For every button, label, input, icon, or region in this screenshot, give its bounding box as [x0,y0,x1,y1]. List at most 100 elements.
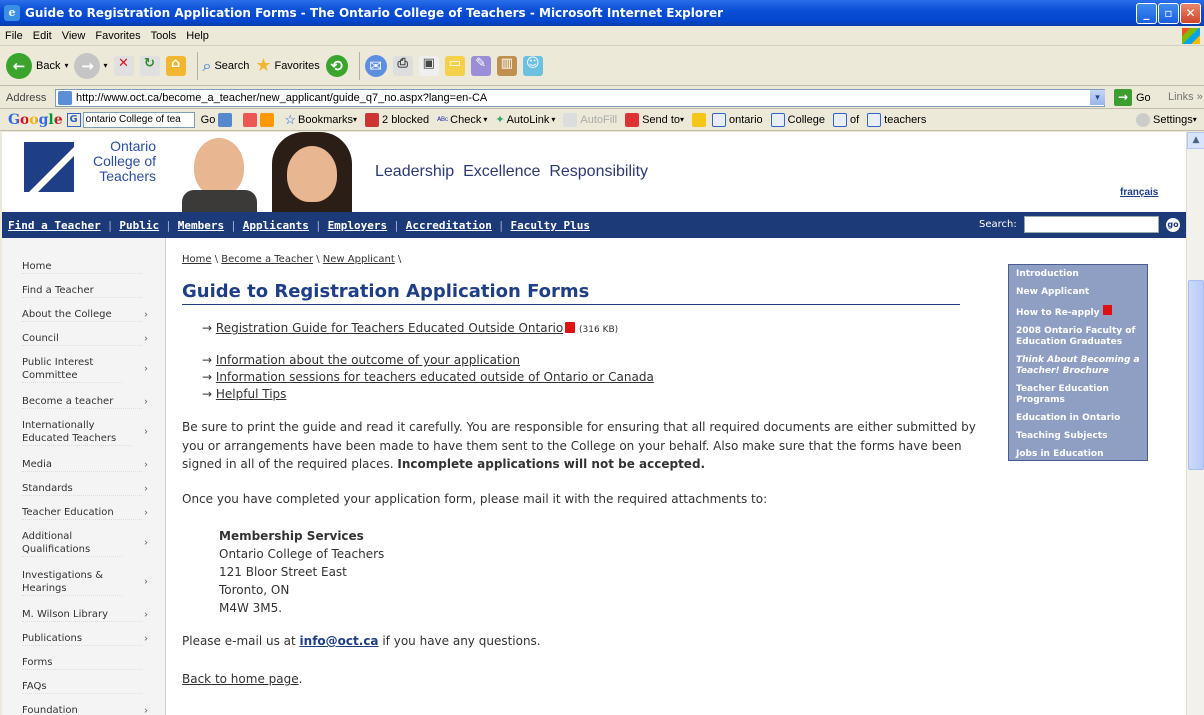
sidebar-item-public-interest[interactable]: Public Interest Committee › [22,356,148,383]
mail-icon[interactable]: ✉ [364,54,387,77]
links-button[interactable]: Links » [1168,91,1203,103]
helpful-tips-link[interactable]: Helpful Tips [216,387,287,401]
autolink-button[interactable]: ✦ AutoLink ▾ [495,113,555,127]
bookmarks-button[interactable]: ☆ Bookmarks ▾ [284,112,357,128]
bookshelf-icon[interactable]: ▥ [496,55,517,76]
back-button[interactable]: ← Back ▾ [6,52,68,79]
folder-icon[interactable]: ▭ [444,55,465,76]
related-link-jobs[interactable]: Jobs in Education [1016,449,1140,460]
menu-file[interactable]: File [0,30,28,42]
search-term-college[interactable]: College [770,112,825,127]
google-logo[interactable]: Google [8,112,63,128]
scroll-up-icon[interactable]: ▲ [1187,132,1204,149]
spellcheck-button[interactable]: ᴬᴮᶜ Check ▾ [437,114,487,126]
print-icon[interactable]: ⎙ [392,55,413,76]
related-link-introduction[interactable]: Introduction [1016,269,1140,280]
research-icon[interactable]: ✎ [470,55,491,76]
term-icon [832,112,847,127]
nav-applicants[interactable]: Applicants [243,219,309,232]
breadcrumb-new-applicant[interactable]: New Applicant [323,254,395,265]
sidebar-item-investigations[interactable]: Investigations & Hearings › [22,569,148,596]
guide-link[interactable]: Registration Guide for Teachers Educated… [216,321,563,335]
sidebar-item-standards[interactable]: Standards › [22,482,148,496]
search-button[interactable]: ⌕ Search [203,56,250,76]
ie-icon: e [4,5,20,21]
sidebar-item-teacher-education[interactable]: Teacher Education › [22,506,148,520]
forward-button[interactable]: → ▾ [74,52,108,79]
nav-employers[interactable]: Employers [328,219,388,232]
nav-faculty-plus[interactable]: Faculty Plus [511,219,590,232]
list-item: → Registration Guide for Teachers Educat… [202,321,619,335]
nav-members[interactable]: Members [178,219,224,232]
menu-help[interactable]: Help [181,30,214,42]
email-link[interactable]: info@oct.ca [300,634,379,648]
menu-tools[interactable]: Tools [146,30,182,42]
sidebar-item-home[interactable]: Home [22,260,142,274]
search-term-teachers[interactable]: teachers [867,112,926,127]
pagerank-icon[interactable] [243,112,258,127]
scroll-thumb[interactable] [1188,280,1204,470]
messenger-icon[interactable]: ☺ [522,55,543,76]
sidebar-item-library[interactable]: M. Wilson Library › [22,608,148,622]
sidebar-item-media[interactable]: Media › [22,458,148,472]
address-input[interactable]: http://www.oct.ca/become_a_teacher/new_a… [55,89,1105,107]
restore-button[interactable]: ▫ [1158,3,1179,24]
page-viewport: Ontario College of Teachers Leadership E… [2,132,1186,715]
related-link-new-applicant[interactable]: New Applicant [1016,287,1140,298]
vertical-scrollbar[interactable]: ▲ [1186,132,1204,715]
menu-favorites[interactable]: Favorites [90,30,145,42]
menu-view[interactable]: View [57,30,91,42]
sidebar-item-faqs[interactable]: FAQs [22,680,142,694]
info-sessions-link[interactable]: Information sessions for teachers educat… [216,370,654,384]
sidebar-item-internationally-educated[interactable]: Internationally Educated Teachers › [22,419,148,446]
minimize-button[interactable]: _ [1136,3,1157,24]
sidebar-item-foundation[interactable]: Foundation › [22,704,148,715]
francais-link[interactable]: français [1120,187,1158,198]
related-link-reapply[interactable]: How to Re-apply [1016,305,1140,319]
sidebar-item-forms[interactable]: Forms [22,656,142,670]
breadcrumb-become-teacher[interactable]: Become a Teacher [221,254,313,265]
favorites-button[interactable]: ★ Favorites [255,55,319,76]
nav-accreditation[interactable]: Accreditation [406,219,492,232]
menu-edit[interactable]: Edit [28,30,57,42]
sidebar-item-become-teacher[interactable]: Become a teacher › [22,395,148,409]
logo-mark [24,142,74,192]
google-go-button[interactable]: Go [201,112,236,127]
edit-icon[interactable]: ▣ [418,55,439,76]
news-icon[interactable] [260,112,275,127]
autofill-button[interactable]: AutoFill [563,112,617,127]
related-link-graduates[interactable]: 2008 Ontario Faculty of Education Gradua… [1016,326,1140,348]
instructions-paragraph: Be sure to print the guide and read it c… [182,420,976,471]
site-search-go-button[interactable]: go [1164,216,1182,234]
related-link-programs[interactable]: Teacher Education Programs [1016,384,1140,406]
home-icon[interactable]: ⌂ [165,55,186,76]
sidebar-item-about[interactable]: About the College › [22,308,148,322]
related-link-brochure[interactable]: Think About Becoming a Teacher! Brochure [1016,355,1140,377]
related-link-education-ontario[interactable]: Education in Ontario [1016,413,1140,424]
highlighter-icon[interactable] [692,112,707,127]
search-term-of[interactable]: of [832,112,859,127]
site-search-input[interactable] [1024,216,1159,233]
history-icon[interactable]: ⟲ [325,54,348,77]
nav-find-a-teacher[interactable]: Find a Teacher [8,219,101,232]
related-link-teaching-subjects[interactable]: Teaching Subjects [1016,431,1140,442]
sidebar-item-council[interactable]: Council › [22,332,148,346]
search-term-ontario[interactable]: ontario [712,112,763,127]
sidebar-item-publications[interactable]: Publications › [22,632,148,646]
settings-button[interactable]: Settings ▾ [1136,112,1197,127]
back-to-home-link[interactable]: Back to home page [182,672,299,686]
google-search-input[interactable]: ontario College of tea [82,111,195,128]
close-button[interactable]: ✕ [1180,3,1201,24]
refresh-icon[interactable]: ↻ [139,55,160,76]
sidebar-item-find-a-teacher[interactable]: Find a Teacher [22,284,142,298]
sidebar-item-additional-qualifications[interactable]: Additional Qualifications › [22,530,148,557]
oct-logo[interactable]: Ontario College of Teachers [12,134,162,204]
nav-public[interactable]: Public [119,219,159,232]
sendto-button[interactable]: Send to ▾ [625,112,684,127]
popup-blocker-button[interactable]: 2 blocked [365,112,429,127]
stop-icon[interactable]: ✕ [113,55,134,76]
address-dropdown-icon[interactable]: ▾ [1090,90,1105,105]
outcome-link[interactable]: Information about the outcome of your ap… [216,353,520,367]
go-button[interactable]: → Go [1114,89,1151,106]
breadcrumb-home[interactable]: Home [182,254,212,265]
